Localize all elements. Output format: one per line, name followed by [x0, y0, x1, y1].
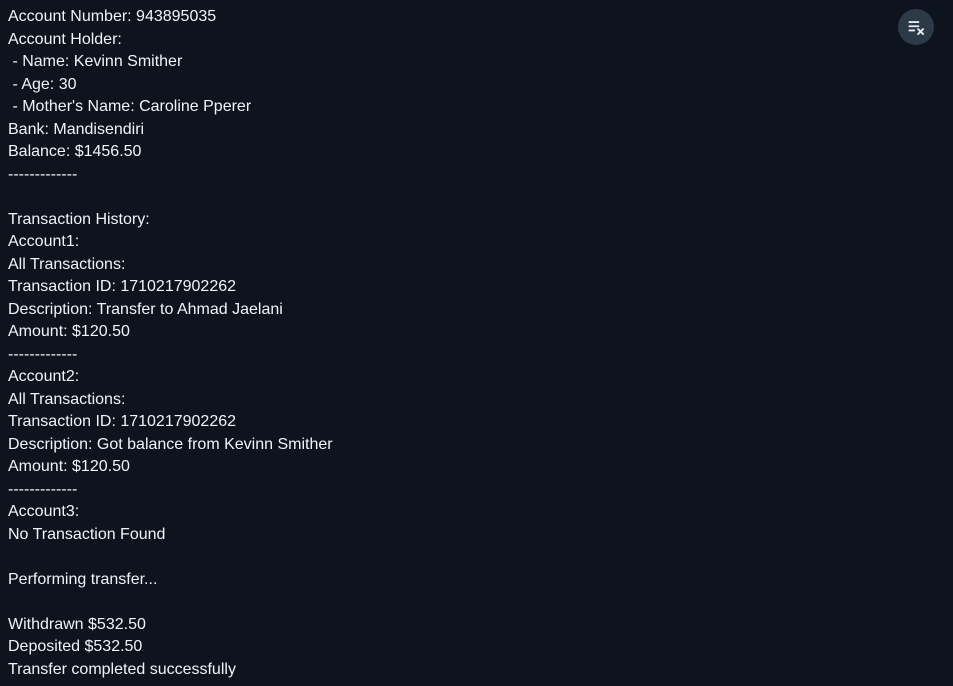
console-line: Account2:: [8, 368, 80, 385]
console-line: Account Number: 943895035: [8, 8, 217, 25]
console-line: Balance: $1456.50: [8, 143, 142, 160]
console-line: No Transaction Found: [8, 525, 166, 543]
console-line: Transaction ID: 1710217902262: [8, 413, 237, 430]
console-line: Description: Got balance from Kevinn Smi…: [8, 435, 333, 453]
console-line: - Name: Kevinn Smither: [8, 53, 183, 70]
console-line: Amount: $120.50: [8, 323, 130, 340]
console-line: Withdrawn $532.50: [8, 615, 146, 633]
console-line: Transaction ID: 1710217902262: [8, 278, 237, 295]
console-line: - Age: 30: [8, 75, 77, 93]
console-line: Description: Transfer to Ahmad Jaelani: [8, 300, 283, 318]
console-line: Bank: Mandisendiri: [8, 120, 145, 138]
console-line: -------------: [8, 165, 78, 183]
console-line: Performing transfer...: [8, 570, 158, 588]
console-line: Transaction History:: [8, 210, 150, 228]
clear-console-button[interactable]: [898, 9, 934, 45]
console-line: Account3:: [8, 503, 80, 520]
console-line: All Transactions:: [8, 255, 126, 273]
console-line: Transfer completed successfully: [8, 660, 236, 678]
console-output: Account Number: 943895035 Account Holder…: [0, 0, 953, 686]
console-line: Deposited $532.50: [8, 638, 143, 655]
console-line: -------------: [8, 345, 78, 363]
console-line: All Transactions:: [8, 390, 126, 408]
console-line: - Mother's Name: Caroline Pperer: [8, 98, 252, 115]
console-line: Account1:: [8, 233, 80, 250]
console-line: Account Holder:: [8, 30, 122, 48]
console-line: Amount: $120.50: [8, 458, 130, 475]
clear-list-icon: [908, 21, 924, 35]
console-line: -------------: [8, 480, 78, 498]
